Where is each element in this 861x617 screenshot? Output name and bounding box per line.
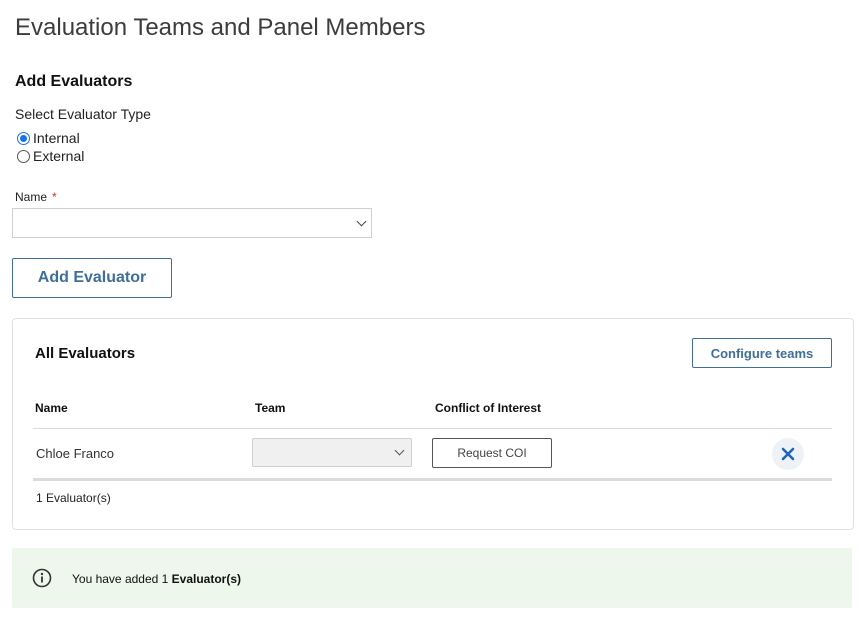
close-icon	[781, 447, 795, 461]
info-message-prefix: You have added 1	[72, 572, 172, 586]
radio-internal[interactable]: Internal	[17, 130, 80, 146]
chevron-down-icon	[356, 216, 367, 227]
header-divider	[33, 428, 832, 429]
name-field-label: Name *	[15, 190, 57, 204]
radio-external-label: External	[33, 148, 85, 164]
page-title: Evaluation Teams and Panel Members	[15, 14, 426, 41]
table-footer-divider	[33, 478, 832, 481]
chevron-down-icon	[394, 445, 405, 456]
evaluator-count: 1 Evaluator(s)	[36, 491, 111, 505]
name-label-text: Name	[15, 190, 48, 204]
all-evaluators-card: All Evaluators Configure teams Name Team…	[12, 318, 854, 530]
add-evaluators-heading: Add Evaluators	[15, 73, 133, 90]
info-icon	[32, 568, 52, 588]
evaluator-type-label: Select Evaluator Type	[15, 106, 151, 122]
column-header-team: Team	[255, 401, 286, 415]
name-select[interactable]	[12, 208, 372, 238]
request-coi-button[interactable]: Request COI	[432, 438, 552, 468]
evaluator-name: Chloe Franco	[36, 446, 115, 461]
radio-external[interactable]: External	[17, 148, 84, 164]
configure-teams-button[interactable]: Configure teams	[692, 338, 832, 368]
required-marker: *	[52, 190, 57, 204]
remove-evaluator-button[interactable]	[772, 438, 804, 470]
info-banner: You have added 1 Evaluator(s)	[12, 548, 852, 608]
info-message-bold: Evaluator(s)	[171, 572, 242, 586]
radio-external-button[interactable]	[17, 149, 30, 163]
all-evaluators-heading: All Evaluators	[35, 345, 136, 362]
column-header-name: Name	[35, 401, 68, 415]
radio-internal-label: Internal	[33, 130, 80, 146]
column-header-coi: Conflict of Interest	[435, 401, 542, 415]
team-select[interactable]	[252, 438, 412, 467]
add-evaluator-button[interactable]: Add Evaluator	[12, 258, 172, 298]
info-message: You have added 1 Evaluator(s)	[72, 572, 241, 586]
radio-internal-button[interactable]	[17, 131, 30, 145]
